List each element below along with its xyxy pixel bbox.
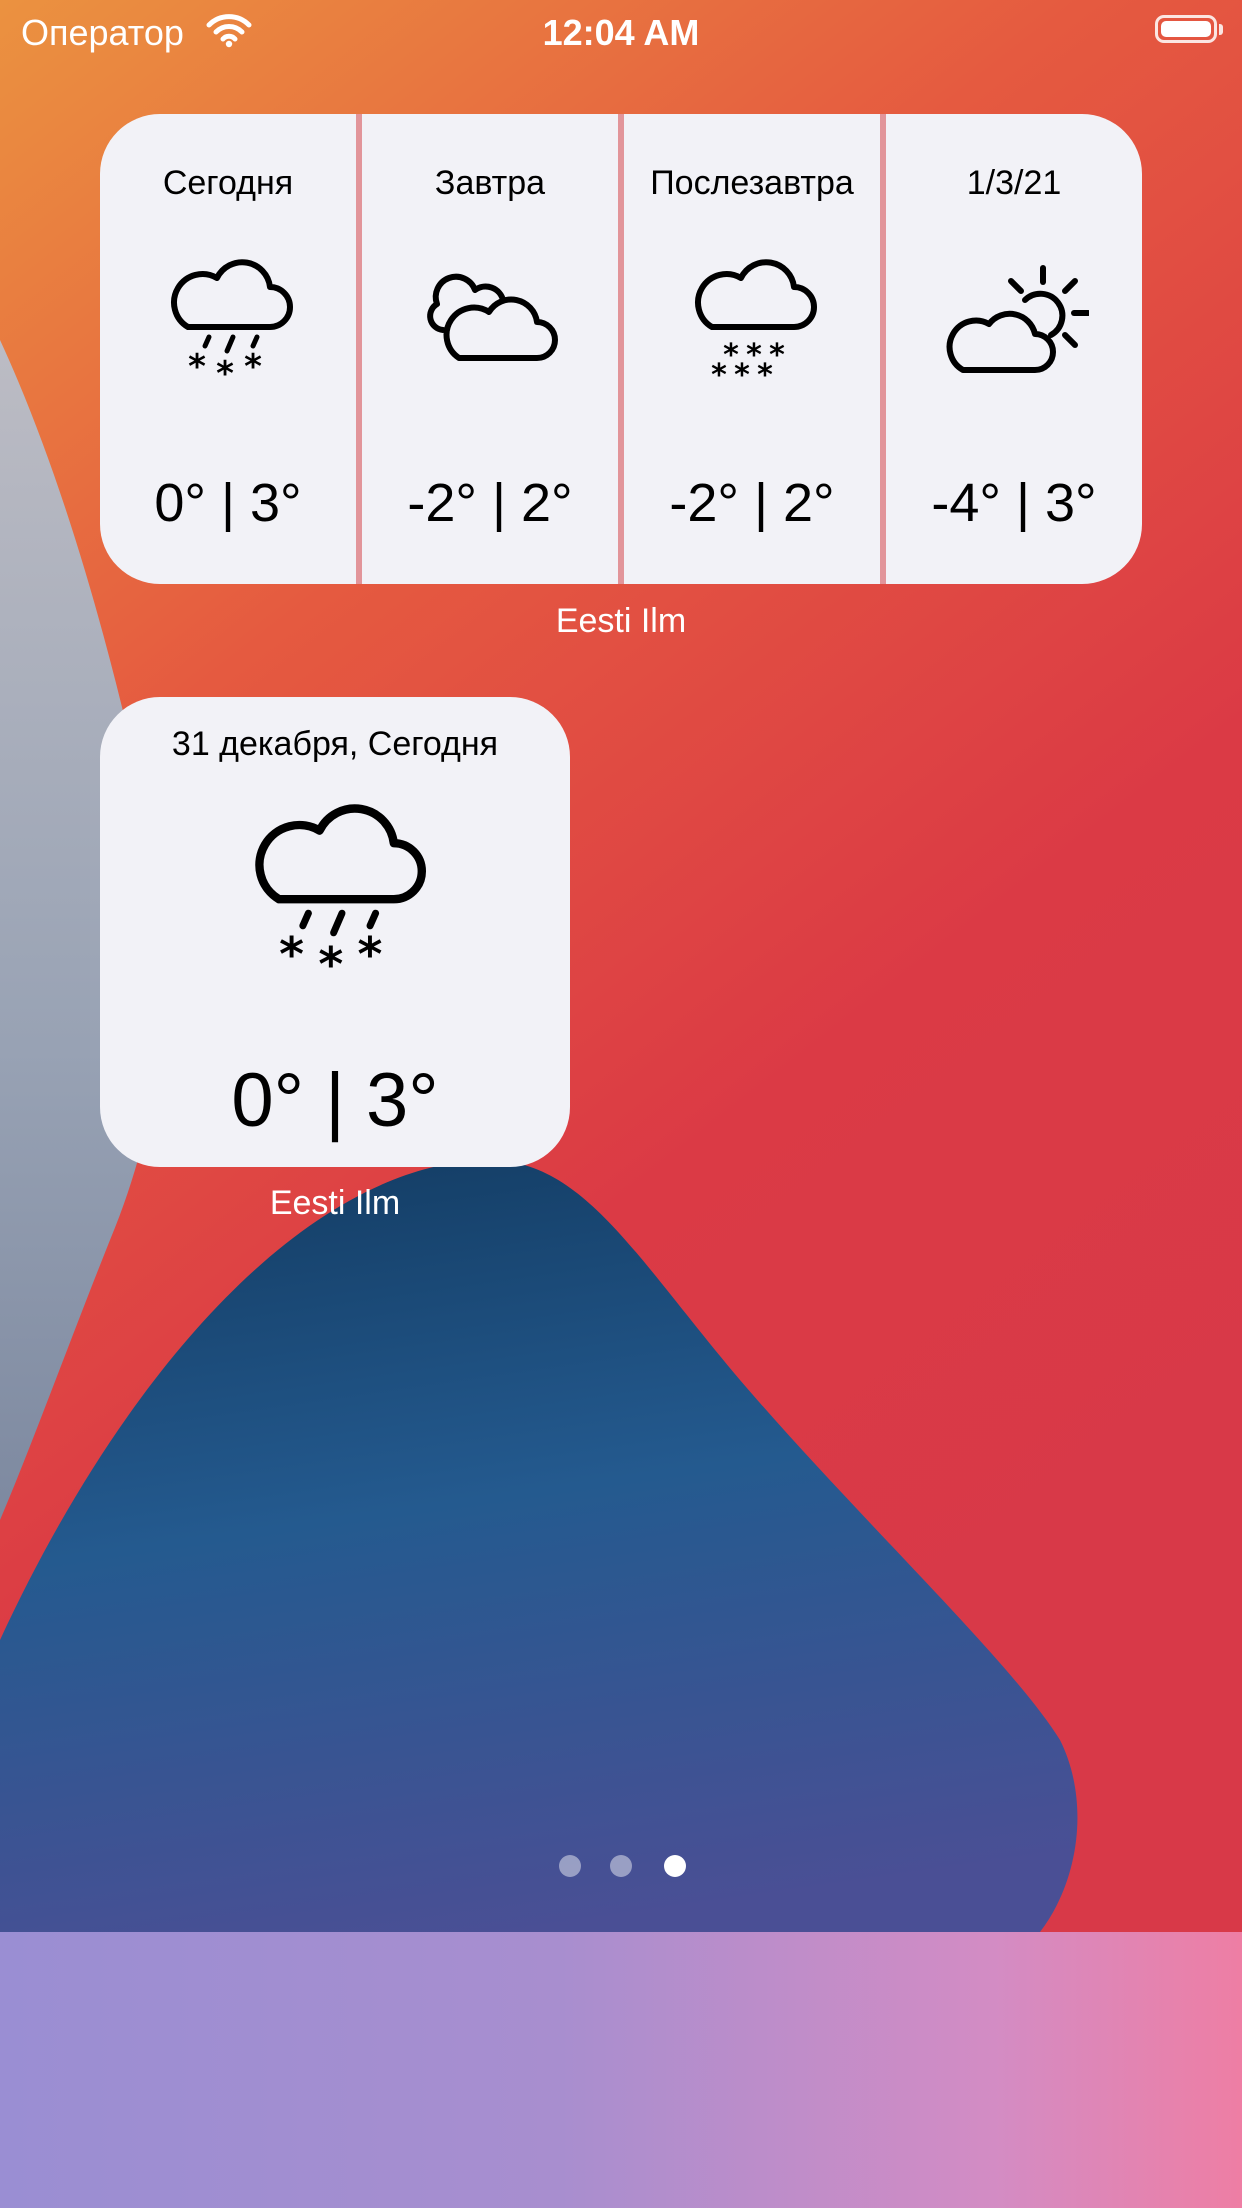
cloud-rain-snow-icon: * * * xyxy=(230,797,440,1007)
clock: 12:04 AM xyxy=(542,12,700,53)
svg-text:*: * xyxy=(188,347,206,387)
forecast-day-tomorrow: Завтра -2° | 2° xyxy=(362,114,618,584)
battery-cap xyxy=(1219,24,1223,35)
forecast-widget-app-label: Eesti Ilm xyxy=(555,602,687,640)
svg-text:*: * xyxy=(358,928,383,983)
day-label: 1/3/21 xyxy=(966,164,1062,202)
clouds-icon xyxy=(415,254,565,404)
svg-text:*: * xyxy=(711,358,727,393)
forecast-widget[interactable]: Сегодня * * * 0° | 3° Завтра -2° | 2° По… xyxy=(100,114,1142,584)
svg-text:*: * xyxy=(279,928,304,983)
svg-text:*: * xyxy=(216,354,234,394)
page-dot-current[interactable] xyxy=(664,1855,686,1877)
status-bar: Оператор 12:04 AM xyxy=(0,0,1242,64)
svg-text:*: * xyxy=(734,358,750,393)
cloud-sun-icon xyxy=(939,254,1091,404)
temperature-range: 0° | 3° xyxy=(154,473,302,533)
forecast-day-today: Сегодня * * * 0° | 3° xyxy=(100,114,356,584)
today-widget[interactable]: 31 декабря, Сегодня * * * 0° | 3° xyxy=(100,697,570,1167)
temperature-range: -4° | 3° xyxy=(931,473,1097,533)
day-label: Завтра xyxy=(434,164,546,202)
day-label: Послезавтра xyxy=(650,164,854,202)
cloud-snow-icon: * * * * * * xyxy=(677,254,827,404)
page-dot[interactable] xyxy=(559,1855,581,1877)
forecast-day-date: 1/3/21 -4° | 3° xyxy=(886,114,1142,584)
today-widget-app-label: Eesti Ilm xyxy=(269,1184,401,1222)
day-label: Сегодня xyxy=(162,164,294,202)
temperature-range: 0° | 3° xyxy=(231,1058,439,1143)
temperature-range: -2° | 2° xyxy=(669,473,835,533)
forecast-day-after-tomorrow: Послезавтра * * * * * * -2° | 2° xyxy=(624,114,880,584)
battery-icon xyxy=(1155,15,1217,43)
date-label: 31 декабря, Сегодня xyxy=(171,725,499,763)
cloud-rain-snow-icon: * * * xyxy=(153,254,303,404)
page-dot[interactable] xyxy=(610,1855,632,1877)
temperature-range: -2° | 2° xyxy=(407,473,573,533)
dock-area xyxy=(0,1932,1242,2208)
svg-text:*: * xyxy=(318,937,343,992)
svg-text:*: * xyxy=(757,358,773,393)
page-indicator[interactable] xyxy=(0,1855,1242,1879)
svg-text:*: * xyxy=(244,347,262,387)
